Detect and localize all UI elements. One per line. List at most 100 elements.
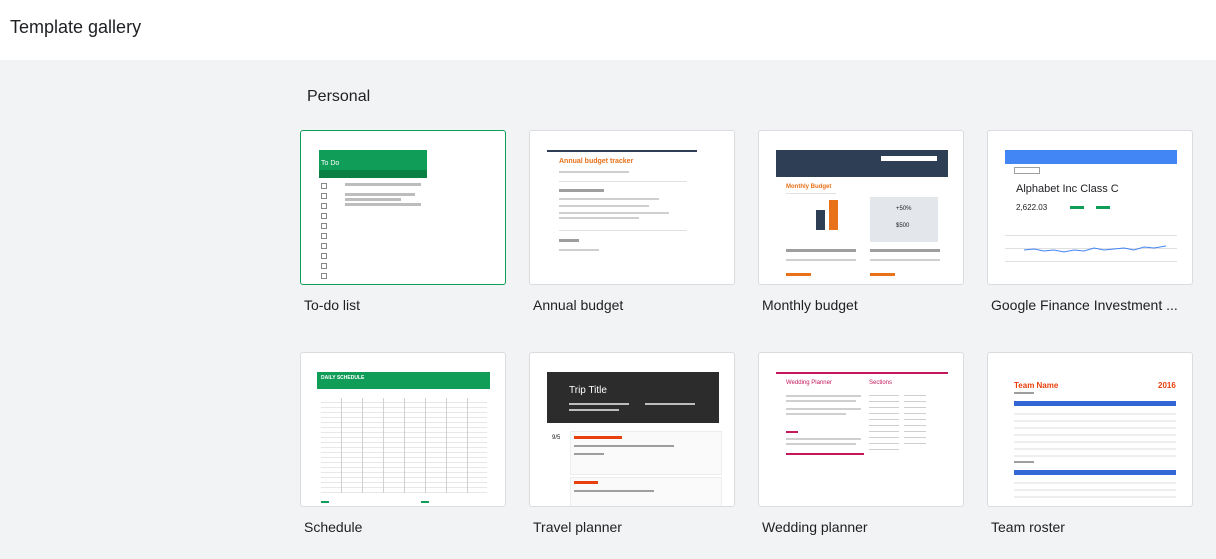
thumb-text-line [786, 249, 856, 252]
thumb-top-rule [776, 372, 948, 374]
thumb-text-line [786, 438, 861, 440]
thumb-footer-mark [421, 501, 429, 503]
thumb-text-line [574, 481, 598, 484]
template-label-team-roster[interactable]: Team roster [991, 519, 1191, 535]
thumb-text-line [569, 403, 629, 405]
thumb-header-band [547, 372, 719, 423]
thumb-change-pct [1096, 206, 1110, 209]
thumb-header-band [776, 150, 948, 177]
thumb-text-line [786, 273, 811, 276]
thumb-bar-start [816, 210, 825, 230]
thumb-task-line [345, 203, 421, 206]
thumb-checkbox [321, 223, 327, 229]
thumb-text-line [786, 400, 856, 402]
thumb-input-box [1014, 167, 1040, 174]
thumb-text-line [1014, 392, 1034, 394]
thumb-checkbox [321, 203, 327, 209]
thumb-top-rule [547, 150, 697, 152]
page-title: Template gallery [10, 17, 142, 37]
thumb-task-line [345, 183, 421, 186]
template-label-annual-budget[interactable]: Annual budget [533, 297, 733, 313]
template-annual-budget-thumbnail[interactable]: Annual budget tracker [529, 130, 735, 285]
thumb-text-line [786, 259, 856, 261]
thumb-text-line [574, 453, 604, 455]
template-team-roster-thumbnail[interactable]: Team Name 2016 [987, 352, 1193, 507]
thumb-checkbox [321, 243, 327, 249]
thumb-text-line [786, 413, 846, 415]
thumb-checkbox [321, 193, 327, 199]
thumb-bar-end [829, 200, 838, 230]
thumb-text-line [574, 445, 674, 447]
template-label-wedding-planner[interactable]: Wedding planner [762, 519, 962, 535]
template-schedule-thumbnail[interactable]: DAILY SCHEDULE [300, 352, 506, 507]
thumb-text-line [559, 205, 649, 207]
thumb-table-rows [1014, 408, 1176, 458]
thumb-text-line [870, 273, 895, 276]
thumb-text-line [559, 189, 604, 192]
thumb-title: Monthly Budget [786, 184, 832, 190]
thumb-change [1070, 206, 1084, 209]
thumb-checkbox [321, 263, 327, 269]
thumb-text-line [559, 212, 669, 214]
thumb-text-line [870, 249, 940, 252]
thumb-text-line [786, 395, 861, 397]
template-label-todo-list[interactable]: To-do list [304, 297, 504, 313]
app-header: Template gallery [0, 0, 1216, 60]
thumb-footer-mark [321, 501, 329, 503]
thumb-divider [559, 181, 687, 182]
thumb-price-chart [1024, 245, 1166, 253]
thumb-text-line [559, 217, 639, 219]
template-label-monthly-budget[interactable]: Monthly budget [762, 297, 962, 313]
thumb-table-header [1014, 470, 1176, 475]
thumb-text-line [559, 198, 659, 200]
thumb-text-line [569, 409, 619, 411]
thumb-divider [559, 230, 687, 231]
template-label-schedule[interactable]: Schedule [304, 519, 504, 535]
thumb-text-line [559, 249, 599, 251]
thumb-task-line [345, 198, 401, 201]
thumb-text-line [559, 171, 629, 173]
thumb-text-line [1014, 461, 1034, 463]
thumb-checkbox [321, 233, 327, 239]
template-label-travel-planner[interactable]: Travel planner [533, 519, 733, 535]
thumb-text-line [786, 431, 798, 433]
thumb-text-line [786, 453, 864, 455]
thumb-header-band [1005, 150, 1177, 164]
thumb-text-line [574, 436, 622, 439]
template-monthly-budget-thumbnail[interactable]: Monthly Budget +50% $500 [758, 130, 964, 285]
thumb-text-line [786, 408, 861, 410]
thumb-price: 2,622.03 [1016, 203, 1048, 212]
thumb-checkbox [321, 213, 327, 219]
thumb-year: 2016 [1158, 381, 1176, 390]
thumb-title: Wedding Planner [786, 380, 832, 386]
thumb-text-line [870, 259, 940, 261]
thumb-task-line [345, 193, 415, 196]
template-travel-planner-thumbnail[interactable]: Trip Title 9/5 [529, 352, 735, 507]
section-title-personal: Personal [307, 88, 371, 105]
thumb-column-header [319, 170, 427, 178]
thumb-text-line [645, 403, 695, 405]
thumb-text-line [574, 490, 654, 492]
thumb-table-rows [1014, 477, 1176, 503]
thumb-sections: Sections [869, 380, 893, 386]
thumb-amount: $500 [896, 223, 910, 229]
thumb-grid-columns [321, 398, 487, 493]
thumb-section-list [904, 395, 926, 445]
thumb-title: Team Name [1014, 381, 1059, 390]
template-google-finance-thumbnail[interactable]: Alphabet Inc Class C 2,622.03 [987, 130, 1193, 285]
thumb-table-header [1014, 401, 1176, 406]
thumb-checkbox [321, 183, 327, 189]
template-todo-list-thumbnail[interactable]: To Do [300, 130, 506, 285]
thumb-checkbox [321, 273, 327, 279]
thumb-title: DAILY SCHEDULE [321, 375, 365, 381]
thumb-title: To Do [321, 160, 340, 167]
thumb-text-line [559, 239, 579, 242]
template-wedding-planner-thumbnail[interactable]: Wedding Planner Sections [758, 352, 964, 507]
thumb-title: Alphabet Inc Class C [1016, 183, 1119, 195]
thumb-title: Annual budget tracker [559, 158, 634, 165]
thumb-summary-box [870, 197, 938, 242]
thumb-divider [786, 193, 836, 194]
template-label-google-finance[interactable]: Google Finance Investment ... [991, 297, 1191, 313]
thumb-input-box [881, 156, 937, 161]
thumb-percent: +50% [896, 206, 912, 212]
